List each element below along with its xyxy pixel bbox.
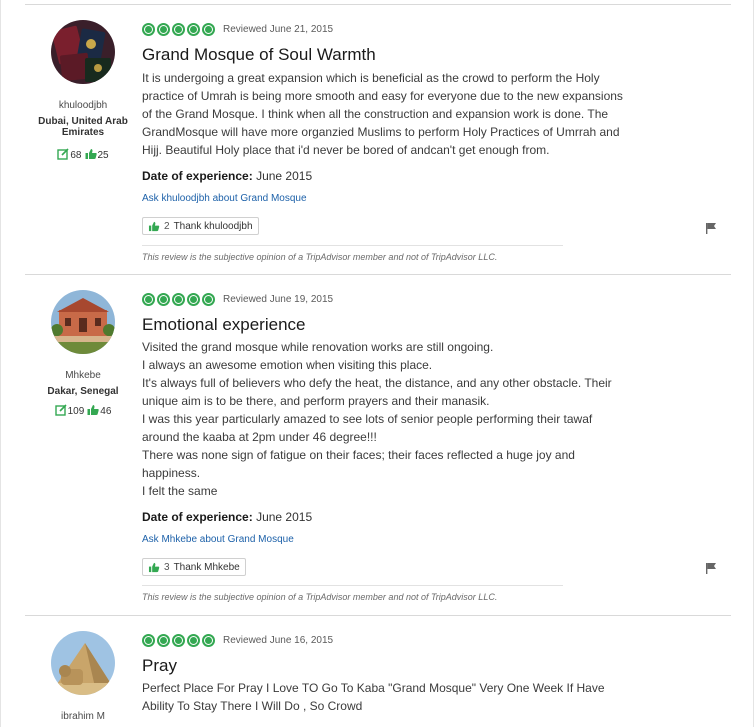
reviewer-username[interactable]: ibrahim M [25,711,141,722]
house-avatar[interactable] [51,290,115,354]
helpful-votes-icon [87,404,99,419]
review-body-line: GrandMosque will have more organzied Mus… [142,125,620,139]
rating-bubble-icon [172,23,185,36]
rating-row: Reviewed June 19, 2015 [142,293,333,306]
review-title[interactable]: Emotional experience [142,315,305,335]
rating-bubble-icon [142,23,155,36]
rating-bubble-icon [157,634,170,647]
reviewed-date: Reviewed June 16, 2015 [223,635,334,646]
reviews-page: khuloodjbh Dubai, United Arab Emirates 6… [0,0,754,727]
review-body-line: I always an awesome emotion when visitin… [142,358,433,372]
thumbs-up-icon [148,562,160,572]
review-body-line: unique aim is to be there, and perform p… [142,394,490,408]
date-of-experience-label: Date of experience: [142,510,253,524]
review-body-line: I was this year particularly amazed to s… [142,412,593,426]
review-body-line: Hijj. Beautiful Holy place that i'd neve… [142,143,550,157]
thumbs-up-icon [148,221,160,231]
thank-count: 3 [164,561,170,573]
reviewed-date: Reviewed June 21, 2015 [223,24,334,35]
reviewer-location-line2: Emirates [61,127,105,138]
ask-reviewer-link[interactable]: Ask Mhkebe about Grand Mosque [142,534,294,545]
reviewer-stats: 68 25 [25,148,141,163]
review-body: Perfect Place For Pray I Love TO Go To K… [142,679,672,715]
thank-reviewer-button[interactable]: 3 Thank Mhkebe [142,558,246,576]
thank-label: Thank Mhkebe [173,561,240,573]
divider [142,585,563,586]
date-of-experience: Date of experience: June 2015 [142,169,312,183]
rating-bubble-icon [142,634,155,647]
rating-bubble-icon [187,293,200,306]
review-body-line: happiness. [142,466,201,480]
rating-bubble-icon [142,293,155,306]
review-body-line: around the kaaba at 2pm under 46 degree!… [142,430,377,444]
date-of-experience-value: June 2015 [256,510,313,524]
helpful-votes-count: 25 [97,150,109,161]
review-body-line: of the Grand Mosque. I think when all th… [142,107,609,121]
helpful-votes-count: 46 [100,406,112,417]
review-body-line: It is undergoing a great expansion which… [142,71,600,85]
review-count: 68 [70,150,82,161]
reviewer-location-line1: Dubai, United Arab [38,116,128,127]
reviewer-stats: 109 46 [25,404,141,419]
rating-bubble-icon [187,634,200,647]
review-disclaimer: This review is the subjective opinion of… [142,252,498,262]
reviewer-location: Dubai, United Arab Emirates [25,116,141,138]
report-flag-icon[interactable] [705,221,717,234]
review-card: khuloodjbh Dubai, United Arab Emirates 6… [25,4,731,274]
date-of-experience-label: Date of experience: [142,169,253,183]
review-body-line: It's always full of believers who defy t… [142,376,612,390]
review-content: Reviewed June 19, 2015 Emotional experie… [142,275,682,616]
thank-count: 2 [164,220,170,232]
rating-bubbles [142,634,215,647]
thank-reviewer-button[interactable]: 2 Thank khuloodjbh [142,217,259,235]
rating-bubbles [142,23,215,36]
review-body-line: Visited the grand mosque while renovatio… [142,340,494,354]
review-count-icon [54,404,67,419]
review-card: Mhkebe Dakar, Senegal 109 46 Reviewed Ju… [25,274,731,615]
rating-bubbles [142,293,215,306]
rating-bubble-icon [157,293,170,306]
review-body-line: practice of Umrah is being more smooth a… [142,89,623,103]
rating-bubble-icon [172,634,185,647]
review-count-icon [57,148,69,163]
rating-bubble-icon [187,23,200,36]
helpful-votes-icon [85,148,97,163]
rating-row: Reviewed June 21, 2015 [142,23,333,36]
pyramid-avatar[interactable] [51,631,115,695]
divider [142,245,563,246]
review-title[interactable]: Grand Mosque of Soul Warmth [142,45,376,65]
review-body-line: Perfect Place For Pray I Love TO Go To K… [142,681,605,695]
review-disclaimer: This review is the subjective opinion of… [142,592,498,602]
review-content: Reviewed June 16, 2015 Pray Perfect Plac… [142,616,682,727]
thank-label: Thank khuloodjbh [173,220,253,232]
review-body: It is undergoing a great expansion which… [142,69,672,159]
rating-bubble-icon [202,293,215,306]
review-count: 109 [67,406,85,417]
date-of-experience: Date of experience: June 2015 [142,510,312,524]
review-title[interactable]: Pray [142,656,177,676]
reviewer-location: Dakar, Senegal [47,386,119,397]
review-body: Visited the grand mosque while renovatio… [142,338,672,500]
rating-bubble-icon [202,634,215,647]
review-body-line: There was none sign of fatigue on their … [142,448,575,462]
date-of-experience-value: June 2015 [256,169,313,183]
review-body-line: Ability To Stay There I Will Do , So Cro… [142,699,363,713]
rating-bubble-icon [202,23,215,36]
reviewer-username[interactable]: khuloodjbh [25,100,141,111]
rating-bubble-icon [157,23,170,36]
review-content: Reviewed June 21, 2015 Grand Mosque of S… [142,5,682,275]
report-flag-icon[interactable] [705,561,717,574]
reviewer-username[interactable]: Mhkebe [25,370,141,381]
review-body-line: I felt the same [142,484,218,498]
ask-reviewer-link[interactable]: Ask khuloodjbh about Grand Mosque [142,193,307,204]
rating-bubble-icon [172,293,185,306]
reviewed-date: Reviewed June 19, 2015 [223,294,334,305]
passports-avatar[interactable] [51,20,115,84]
review-card: ibrahim M Reviewed June 16, 2015 Pray Pe… [25,615,731,727]
rating-row: Reviewed June 16, 2015 [142,634,333,647]
